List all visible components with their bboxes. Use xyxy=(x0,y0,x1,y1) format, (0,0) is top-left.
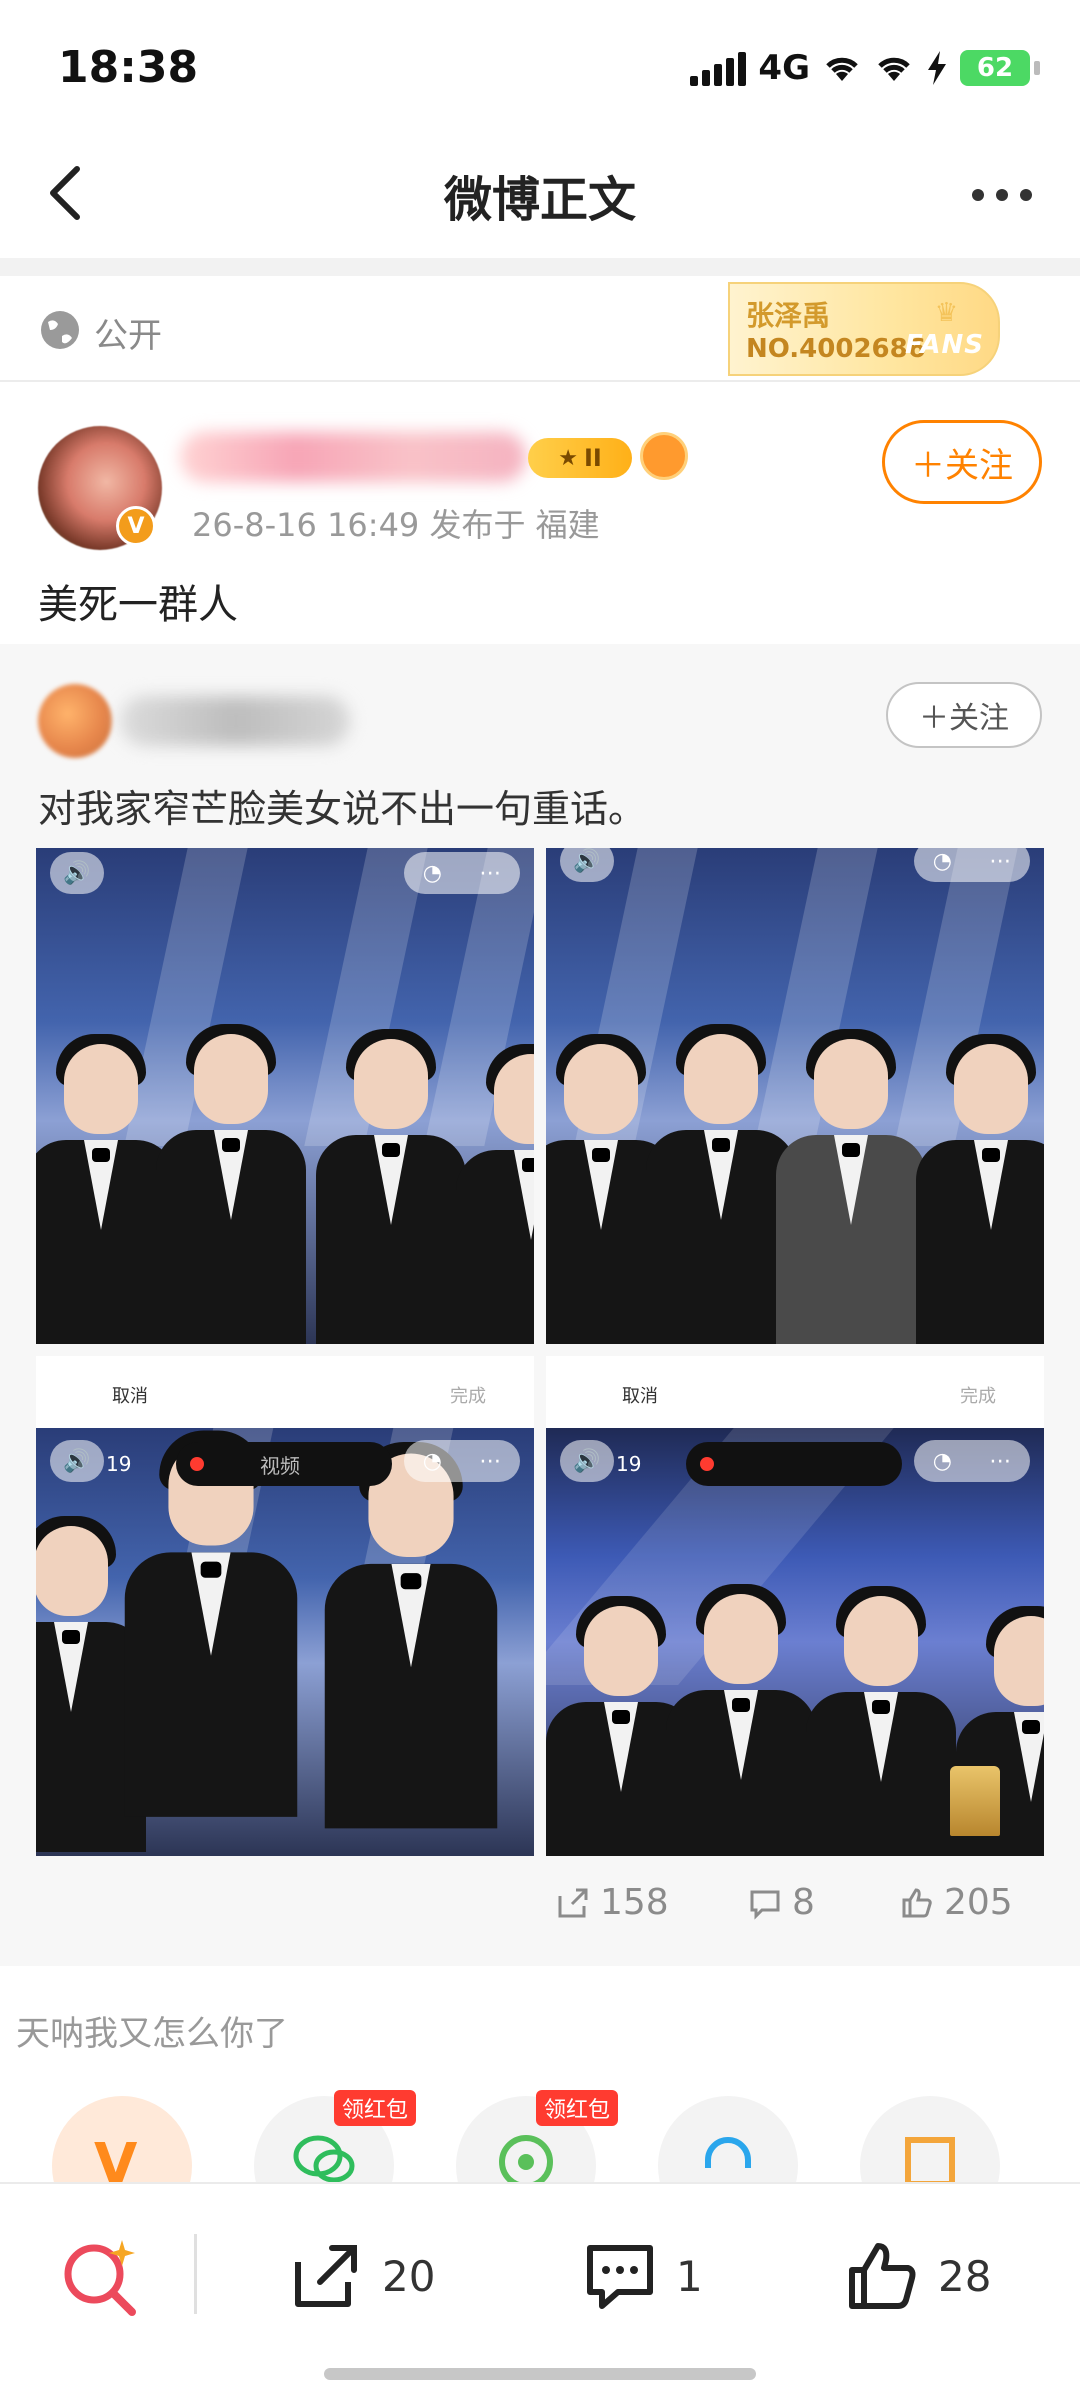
done-label: 完成 xyxy=(960,1386,996,1407)
status-icons: 4G 62 xyxy=(690,48,1040,88)
repost-follow-button[interactable]: ＋关注 xyxy=(886,682,1042,748)
recording-pill: 视频 xyxy=(176,1442,392,1486)
comment-icon xyxy=(750,1890,780,1920)
record-dot-icon xyxy=(190,1457,204,1471)
repost-share-count: 158 xyxy=(600,1882,669,1923)
repost-comment-button[interactable]: 8 xyxy=(748,1882,815,1923)
page-title: 微博正文 xyxy=(443,172,636,228)
repost-username-blurred[interactable] xyxy=(120,696,350,746)
repost-avatar[interactable] xyxy=(38,684,112,758)
speaker-icon: 🔊 xyxy=(560,848,614,882)
counter-label: 19 xyxy=(616,1452,642,1476)
share-target-image[interactable] xyxy=(860,2096,1000,2190)
more-options-button[interactable] xyxy=(962,170,1042,220)
wechat-icon xyxy=(293,2135,355,2183)
level-badge: ★ II xyxy=(528,438,632,478)
visibility-label: 公开 xyxy=(94,316,162,356)
photo-4[interactable]: 取消 完成 🔊 19 ◔ ⋯ xyxy=(546,1356,1044,1856)
edit-toolbar: 取消 完成 xyxy=(36,1356,534,1428)
star-icon: ★ xyxy=(558,445,578,471)
signal-icon xyxy=(690,50,747,86)
comment-button[interactable]: 1 xyxy=(582,2238,703,2314)
done-label: 完成 xyxy=(450,1386,486,1407)
share-button[interactable]: 20 xyxy=(288,2238,435,2314)
share-target-weibo[interactable]: V xyxy=(52,2096,192,2190)
level-number: II xyxy=(583,444,602,472)
share-icon xyxy=(295,2245,357,2307)
video-controls-icon: ◔ ⋯ xyxy=(404,852,520,894)
wifi-icon-2 xyxy=(878,57,910,81)
photo-3[interactable]: 取消 完成 🔊 19 视频 ◔ ⋯ xyxy=(36,1356,534,1856)
like-button[interactable]: 28 xyxy=(844,2238,991,2314)
share-icon xyxy=(558,1888,588,1917)
bottom-bar-divider xyxy=(194,2234,197,2314)
repost-like-count: 205 xyxy=(944,1882,1013,1923)
repost-text: 对我家窄芒脸美女说不出一句重话。 xyxy=(38,787,647,831)
post-meta: 26-8-16 16:49 发布于 福建 xyxy=(192,506,600,544)
counter-label: 19 xyxy=(106,1452,132,1476)
fans-badge-number: NO.4002686 xyxy=(746,334,926,364)
fans-badge-name: 张泽禹 xyxy=(746,299,831,332)
cancel-label: 取消 xyxy=(112,1386,148,1407)
charging-bolt-icon xyxy=(928,51,946,85)
share-targets: V 领红包 领红包 xyxy=(0,2080,1080,2190)
post-text: 美死一群人 xyxy=(38,582,238,628)
comment-icon xyxy=(587,2245,653,2309)
super-search-button[interactable] xyxy=(56,2230,146,2320)
thumbs-up-icon xyxy=(902,1887,932,1917)
reposted-card[interactable]: ＋关注 对我家窄芒脸美女说不出一句重话。 🔊 ◔ ⋯ 🔊 ◔ ⋯ 取消 完成 🔊… xyxy=(0,644,1080,1966)
top-nav: 微博正文 xyxy=(0,130,1080,258)
username-blurred[interactable] xyxy=(180,432,526,482)
trophy-icon xyxy=(950,1766,1000,1836)
video-controls-icon: ◔ ⋯ xyxy=(404,1440,520,1482)
verified-badge-icon: V xyxy=(116,506,156,546)
status-time: 18:38 xyxy=(58,42,199,93)
like-count: 28 xyxy=(938,2251,992,2301)
battery-icon: 62 xyxy=(960,50,1040,86)
share-target-qq[interactable] xyxy=(658,2096,798,2190)
repost-like-button[interactable]: 205 xyxy=(900,1882,1013,1923)
follow-button[interactable]: ＋关注 xyxy=(882,420,1042,504)
red-packet-badge: 领红包 xyxy=(334,2090,417,2126)
emoji-caption: 天呐我又怎么你了 xyxy=(16,2014,288,2054)
repost-comment-count: 8 xyxy=(792,1882,815,1923)
fans-badge[interactable]: 张泽禹 NO.4002686 ♛ FANS xyxy=(728,282,1000,376)
speaker-icon: 🔊 xyxy=(50,1440,104,1482)
recording-pill xyxy=(686,1442,902,1486)
search-sparkle-icon xyxy=(64,2240,136,2316)
more-dot-icon xyxy=(996,189,1008,201)
comment-count: 1 xyxy=(676,2251,703,2301)
more-dot-icon xyxy=(972,189,984,201)
edit-toolbar: 取消 完成 xyxy=(546,1356,1044,1428)
section-divider xyxy=(0,258,1080,276)
crown-icon: ♛ xyxy=(934,298,958,328)
visibility-row: 公开 张泽禹 NO.4002686 ♛ FANS xyxy=(0,276,1080,382)
photo-2[interactable]: 🔊 ◔ ⋯ xyxy=(546,848,1044,1344)
record-dot-icon xyxy=(700,1457,714,1471)
status-bar: 18:38 4G 62 xyxy=(0,0,1080,130)
video-controls-icon: ◔ ⋯ xyxy=(914,1440,1030,1482)
fans-badge-word: FANS xyxy=(904,330,984,360)
share-count: 20 xyxy=(382,2251,436,2301)
photo-grid: 🔊 ◔ ⋯ 🔊 ◔ ⋯ 取消 完成 🔊 19 视频 ◔ ⋯ 取消 完成 🔊 19… xyxy=(36,848,1044,1856)
video-controls-icon: ◔ ⋯ xyxy=(914,848,1030,882)
repost-share-button[interactable]: 158 xyxy=(556,1882,669,1923)
wifi-icon xyxy=(826,57,858,81)
home-indicator xyxy=(324,2368,756,2380)
speaker-icon: 🔊 xyxy=(560,1440,614,1482)
fish-icon xyxy=(640,432,688,480)
thumbs-up-icon xyxy=(849,2243,916,2309)
cancel-label: 取消 xyxy=(622,1386,658,1407)
red-packet-badge: 领红包 xyxy=(536,2090,619,2126)
repost-actions: 158 8 205 xyxy=(0,1876,1080,1946)
photo-1[interactable]: 🔊 ◔ ⋯ xyxy=(36,848,534,1344)
network-label: 4G xyxy=(758,48,810,88)
post-author-row: V ★ II 26-8-16 16:49 发布于 福建 ＋关注 xyxy=(0,384,1080,564)
more-dot-icon xyxy=(1020,189,1032,201)
recording-label: 视频 xyxy=(260,1453,300,1478)
globe-icon xyxy=(41,311,79,349)
speaker-icon: 🔊 xyxy=(50,852,104,894)
